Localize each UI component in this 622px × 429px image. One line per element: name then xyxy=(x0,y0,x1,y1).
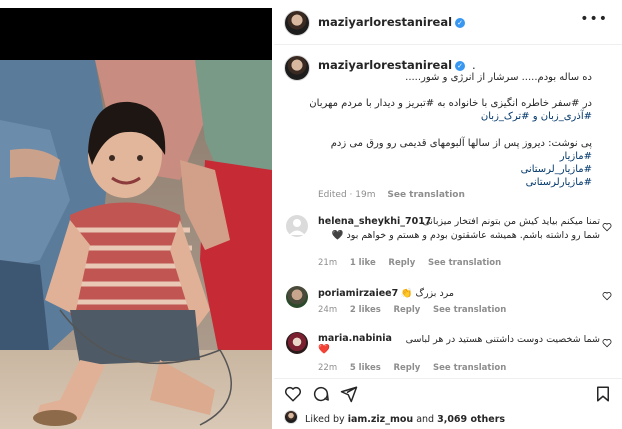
default-user-icon xyxy=(289,219,305,235)
likes-prefix: Liked by xyxy=(305,414,345,425)
action-bar xyxy=(274,378,622,409)
comment-reply-button[interactable]: Reply xyxy=(393,305,420,315)
post-photo[interactable] xyxy=(0,60,272,429)
comment-text-line-2: شما رو داشته باشم. همیشه عاشقتون بودم و … xyxy=(331,230,600,241)
comment-time: 21m xyxy=(318,258,338,268)
bookmark-icon[interactable] xyxy=(594,385,612,403)
photo-top-letterbox xyxy=(0,8,272,60)
caption-line-3[interactable]: #آذری_زبان و #ترک_زبان xyxy=(481,111,592,122)
caption-line-1: ده ساله بودم..... سرشار از انرژی و شور..… xyxy=(405,72,592,83)
comment-username[interactable]: helena_sheykhi_7017 xyxy=(318,216,431,227)
likes-others[interactable]: 3,069 others xyxy=(437,414,505,425)
liker-avatar[interactable] xyxy=(284,410,298,424)
liker-username[interactable]: iam.ziz_mou xyxy=(348,414,413,425)
comment-icon[interactable] xyxy=(312,385,330,403)
comment-see-translation[interactable]: See translation xyxy=(428,258,501,268)
verified-icon: ✓ xyxy=(455,61,466,71)
comment-like-heart-icon[interactable] xyxy=(602,338,612,348)
comment-reply-button[interactable]: Reply xyxy=(393,363,420,373)
likes-summary: Liked by iam.ziz_mou and 3,069 others xyxy=(284,410,505,425)
heart-emoji: ❤️ xyxy=(318,344,330,355)
comment-text-line-1: مرد بزرگ 👏 xyxy=(400,288,454,299)
heart-icon[interactable] xyxy=(284,385,302,403)
comment-username[interactable]: maria.nabinia xyxy=(318,333,392,344)
comment-meta: 24m 2 likes Reply See translation xyxy=(318,305,516,315)
comment-username[interactable]: poriamirzaiee7 xyxy=(318,288,398,299)
comment-like-heart-icon[interactable] xyxy=(602,291,612,301)
author-avatar[interactable] xyxy=(284,10,310,36)
comment-meta: 21m 1 like Reply See translation xyxy=(318,258,511,268)
caption-username[interactable]: maziyarlorestanireal ✓ . xyxy=(318,58,476,72)
comment-see-translation[interactable]: See translation xyxy=(433,305,506,315)
comment-text-line-1: شما شخصیت دوست داشتنی هستید در هر لباسی xyxy=(405,334,600,345)
caption-line-2: در #سفر خاطره انگیزی با خانواده به #تبری… xyxy=(309,98,592,109)
hashtag-maziyar-lorestani[interactable]: #مازیار_لرستانی xyxy=(521,164,592,175)
share-icon[interactable] xyxy=(340,385,358,403)
comment-see-translation[interactable]: See translation xyxy=(433,363,506,373)
caption-dot: . xyxy=(472,58,476,72)
author-username[interactable]: maziyarlorestanireal ✓ xyxy=(318,15,466,29)
comment-likes[interactable]: 5 likes xyxy=(350,363,381,373)
verified-icon: ✓ xyxy=(455,18,466,28)
comment-time: 24m xyxy=(318,305,338,315)
instagram-post-view: maziyarlorestanireal ✓ ••• maziyarloresta… xyxy=(0,0,622,429)
see-translation-link[interactable]: See translation xyxy=(387,190,465,200)
comment-reply-button[interactable]: Reply xyxy=(388,258,415,268)
post-details-panel: maziyarlorestanireal ✓ ••• maziyarloresta… xyxy=(274,0,622,429)
hashtag-maziyar[interactable]: #مازیار xyxy=(560,151,592,162)
comment-time: 22m xyxy=(318,363,338,373)
caption-avatar[interactable] xyxy=(284,55,310,81)
comment-avatar[interactable] xyxy=(286,332,308,354)
comment-like-heart-icon[interactable] xyxy=(602,222,612,232)
comment-likes[interactable]: 2 likes xyxy=(350,305,381,315)
caption-line-4: پی نوشت: دیروز پس از سالها آلبومهای قدیم… xyxy=(330,138,592,149)
edited-time: Edited · 19m xyxy=(318,190,376,200)
hashtag-maziyarlorestani[interactable]: #مازیارلرستانی xyxy=(526,177,592,188)
post-photo-panel xyxy=(0,8,272,429)
post-header: maziyarlorestanireal ✓ ••• xyxy=(274,0,622,45)
comment-avatar[interactable] xyxy=(286,215,308,237)
caption-meta: Edited · 19m See translation xyxy=(318,190,465,200)
comment-avatar[interactable] xyxy=(286,286,308,308)
comment-likes[interactable]: 1 like xyxy=(350,258,376,268)
likes-and: and xyxy=(416,414,435,425)
comment-meta: 22m 5 likes Reply See translation xyxy=(318,363,516,373)
comment-text-line-1: تمنا میکنم بیاید کیش من بتونم افتخار میز… xyxy=(422,216,600,227)
more-icon[interactable]: ••• xyxy=(580,12,608,26)
